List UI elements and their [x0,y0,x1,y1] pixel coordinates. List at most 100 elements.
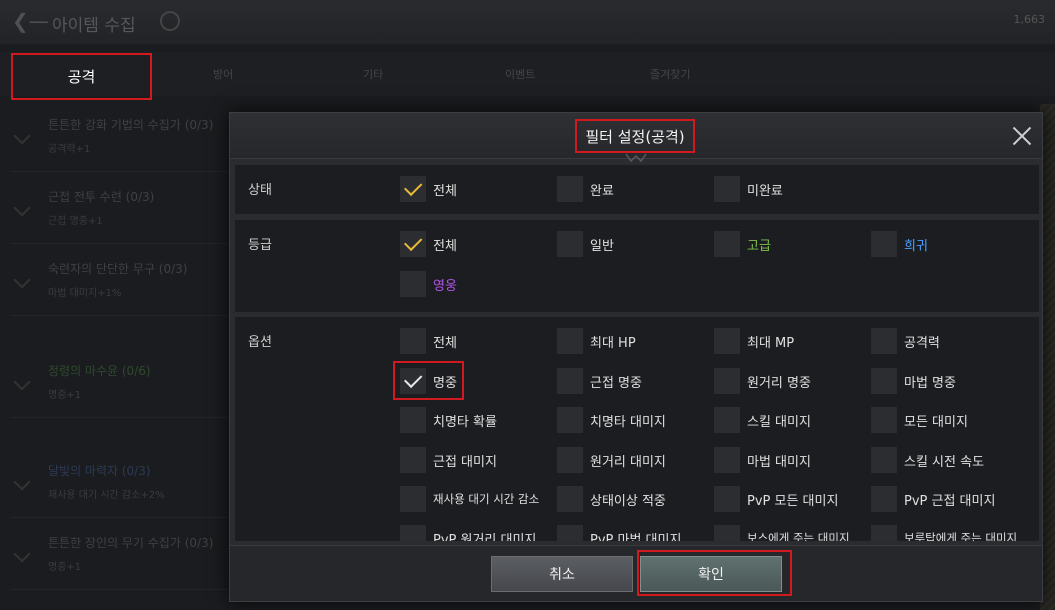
option-label: 전체 [433,238,457,254]
option-attack-power[interactable]: 공격력 [871,328,940,354]
checkbox-icon[interactable] [714,368,740,394]
checkbox-icon[interactable] [557,176,583,202]
checkbox-icon[interactable] [714,486,740,512]
checkbox-icon[interactable] [871,328,897,354]
option-label: 상태이상 적중 [590,493,666,509]
option-label: 보스에게 주는 대미지 [747,531,850,541]
checkbox-icon[interactable] [714,525,740,541]
tab-favorites[interactable]: 즐겨찾기 [650,66,690,82]
option-label: 재사용 대기 시간 감소 [433,492,540,506]
grade-option-advanced[interactable]: 고급 [714,231,771,257]
option-all-damage[interactable]: 모든 대미지 [871,407,968,433]
checkbox-icon[interactable] [557,447,583,473]
option-all[interactable]: 전체 [400,328,457,354]
option-boss-damage[interactable]: 보스에게 주는 대미지 [714,525,850,541]
checkbox-icon[interactable] [714,231,740,257]
checkbox-icon[interactable] [400,407,426,433]
option-label: 전체 [433,335,457,351]
list-item-title: 튼튼한 장인의 무기 수집가 (0/3) [48,536,214,550]
checkbox-icon[interactable] [557,368,583,394]
option-label: 원거리 명중 [747,375,811,391]
option-pvp-melee-damage[interactable]: PvP 근접 대미지 [871,486,995,512]
check-icon [13,473,31,491]
checkbox-icon[interactable] [714,328,740,354]
checkbox-icon[interactable] [714,447,740,473]
checkbox-icon[interactable] [400,486,426,512]
option-pvp-ranged-damage[interactable]: PvP 원거리 대미지 [400,525,536,541]
checkbox-icon[interactable] [557,407,583,433]
checkbox-icon[interactable] [557,231,583,257]
list-item[interactable]: 근접 전투 수련 (0/3) 근접 명중+1 [10,176,228,244]
option-cooldown-reduction[interactable]: 재사용 대기 시간 감소 [400,486,539,512]
confirm-button[interactable]: 확인 [640,556,782,592]
checkbox-icon[interactable] [714,407,740,433]
checkbox-icon[interactable] [871,407,897,433]
section-label-grade: 등급 [248,238,272,253]
status-option-all[interactable]: 전체 [400,176,457,202]
tab-defense[interactable]: 방어 [213,66,233,82]
option-status-hit[interactable]: 상태이상 적중 [557,486,666,512]
checkbox-icon[interactable] [871,525,897,541]
checkbox-icon[interactable] [871,231,897,257]
check-icon [13,199,31,217]
tab-attack[interactable]: 공격 [11,53,152,100]
checkbox-icon[interactable] [400,328,426,354]
currency-amount: 1,663 [1013,13,1046,26]
checkbox-checked-icon[interactable] [400,231,426,257]
option-label: 최대 HP [590,335,636,351]
list-item[interactable]: 달빛의 마력자 (0/3) 재사용 대기 시간 감소+2% [10,450,228,518]
checkbox-icon[interactable] [871,447,897,473]
tab-event[interactable]: 이벤트 [505,66,535,82]
close-icon[interactable] [1010,124,1034,148]
grade-option-rare[interactable]: 희귀 [871,231,928,257]
grade-option-heroic[interactable]: 영웅 [400,271,457,297]
checkbox-icon[interactable] [557,328,583,354]
checkbox-checked-icon[interactable] [400,368,426,394]
option-ranged-damage[interactable]: 원거리 대미지 [557,447,666,473]
list-item[interactable]: 튼튼한 강화 기법의 수집가 (0/3) 공격력+1 [10,104,228,172]
option-magic-accuracy[interactable]: 마법 명중 [871,368,956,394]
option-max-mp[interactable]: 최대 MP [714,328,794,354]
option-crit-rate[interactable]: 치명타 확률 [400,407,497,433]
checkbox-icon[interactable] [400,525,426,541]
option-label: PvP 근접 대미지 [904,493,996,509]
back-arrow-icon[interactable]: ❮— [12,10,49,32]
option-label: 미완료 [747,183,783,199]
option-accuracy[interactable]: 명중 [400,368,457,394]
list-item-title: 달빛의 마력자 (0/3) [48,464,151,478]
dialog-header: 필터 설정(공격) [230,113,1042,163]
checkbox-icon[interactable] [557,525,583,541]
checkbox-icon[interactable] [400,271,426,297]
checkbox-checked-icon[interactable] [400,176,426,202]
grade-option-common[interactable]: 일반 [557,231,614,257]
option-magic-damage[interactable]: 마법 대미지 [714,447,811,473]
cancel-button[interactable]: 취소 [491,556,633,592]
checkbox-icon[interactable] [714,176,740,202]
checkbox-icon[interactable] [871,486,897,512]
dialog-title: 필터 설정(공격) [575,119,695,153]
list-item[interactable]: 숙련자의 단단한 무구 (0/3) 마법 대미지+1% [10,248,228,316]
option-ranged-accuracy[interactable]: 원거리 명중 [714,368,811,394]
option-melee-damage[interactable]: 근접 대미지 [400,447,497,473]
info-icon[interactable] [160,11,180,31]
list-item[interactable]: 튼튼한 장인의 무기 수집가 (0/3) 명중+1 [10,522,228,590]
option-cast-speed[interactable]: 스킬 시전 속도 [871,447,984,473]
option-pvp-all-damage[interactable]: PvP 모든 대미지 [714,486,838,512]
option-melee-accuracy[interactable]: 근접 명중 [557,368,642,394]
option-skill-damage[interactable]: 스킬 대미지 [714,407,811,433]
option-tower-damage[interactable]: 보루탑에게 주는 대미지 [871,525,1017,541]
option-pvp-magic-damage[interactable]: PvP 마법 대미지 [557,525,681,541]
tab-other[interactable]: 기타 [363,66,383,82]
grade-option-all[interactable]: 전체 [400,231,457,257]
status-option-complete[interactable]: 완료 [557,176,614,202]
checkbox-icon[interactable] [557,486,583,512]
status-option-incomplete[interactable]: 미완료 [714,176,783,202]
option-max-hp[interactable]: 최대 HP [557,328,636,354]
checkbox-icon[interactable] [400,447,426,473]
option-label: 고급 [747,238,771,254]
checkbox-icon[interactable] [871,368,897,394]
option-crit-damage[interactable]: 치명타 대미지 [557,407,666,433]
list-item[interactable]: 정령의 마수윤 (0/6) 명중+1 [10,350,228,418]
option-label: 마법 명중 [904,375,956,391]
grade-section: 등급 전체 일반 고급 희귀 영웅 [235,220,1039,312]
